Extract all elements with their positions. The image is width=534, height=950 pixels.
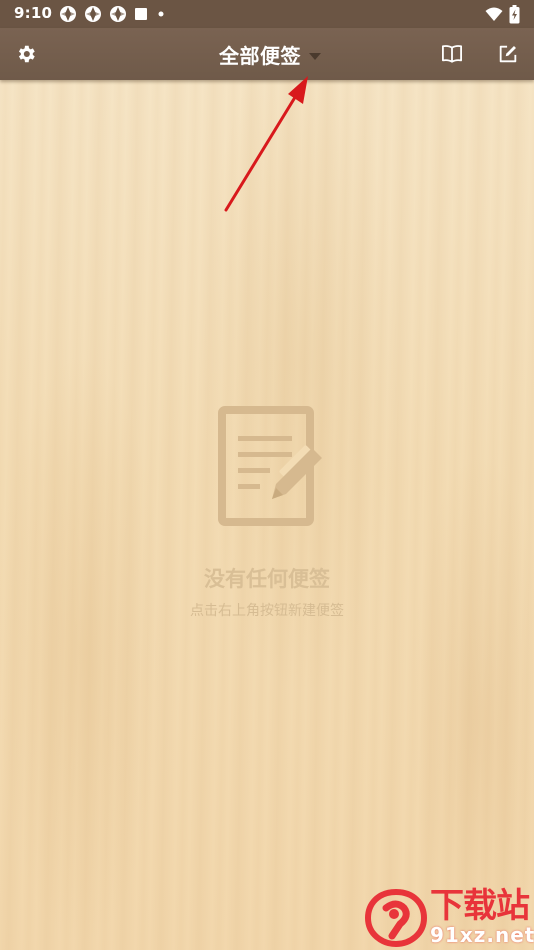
app-notification-icon xyxy=(85,6,101,22)
app-notification-icon xyxy=(110,6,126,22)
empty-state-subtitle: 点击右上角按钮新建便签 xyxy=(190,603,344,619)
edit-icon xyxy=(499,45,517,63)
dot-icon xyxy=(158,11,164,17)
empty-state-title: 没有任何便签 xyxy=(204,567,330,591)
status-bar: 9:10 xyxy=(0,0,534,28)
note-edit-icon xyxy=(218,406,322,526)
app-notification-icon xyxy=(60,6,76,22)
wifi-icon xyxy=(485,7,503,21)
page-title: 全部便签 xyxy=(219,43,301,68)
square-notification-icon xyxy=(135,8,147,20)
chevron-down-icon xyxy=(309,52,321,60)
annotation-arrow xyxy=(224,76,308,212)
new-note-button[interactable] xyxy=(484,28,532,80)
battery-charging-icon xyxy=(509,4,520,23)
watermark-text-cn: 下载站 xyxy=(430,886,530,926)
settings-button[interactable] xyxy=(2,28,50,80)
status-time: 9:10 xyxy=(14,4,53,22)
watermark: 下载站 91xz.net xyxy=(360,886,534,950)
notebook-button[interactable] xyxy=(428,28,476,80)
gear-icon xyxy=(18,45,35,63)
status-notifications xyxy=(59,5,167,23)
status-system-icons xyxy=(485,4,520,24)
watermark-logo-icon xyxy=(364,888,428,948)
book-icon xyxy=(441,45,462,63)
watermark-text-en: 91xz.net xyxy=(430,923,534,947)
